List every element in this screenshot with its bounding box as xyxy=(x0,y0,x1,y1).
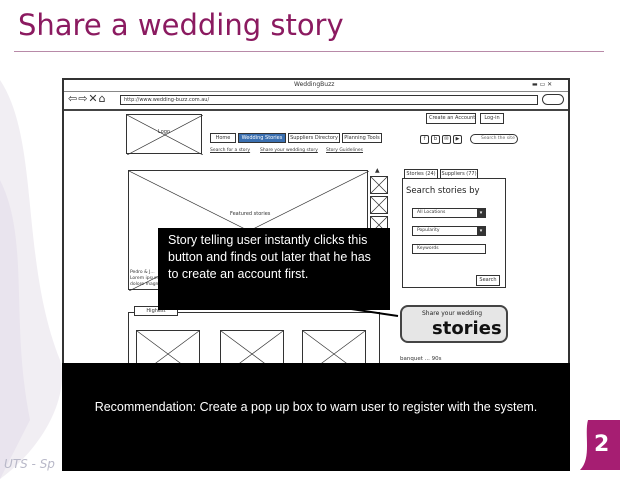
location-select: All Locations ▾ xyxy=(412,208,486,218)
window-controls-icon: ▬ ▭ ✕ xyxy=(532,81,553,88)
sort-select: Popularity ▾ xyxy=(412,226,486,236)
email-icon: ✉ xyxy=(442,135,451,144)
browser-separator xyxy=(64,109,568,111)
share-button-label: stories xyxy=(432,318,502,339)
logo-label: Logo xyxy=(158,129,170,135)
slide-title: Share a wedding story xyxy=(18,8,344,42)
video-icon: ▶ xyxy=(453,135,462,144)
chevron-down-icon: ▾ xyxy=(477,227,485,235)
facebook-icon: f xyxy=(420,135,429,144)
search-panel-title: Search stories by xyxy=(406,186,480,196)
title-divider xyxy=(14,51,604,52)
chevron-down-icon: ▾ xyxy=(477,209,485,217)
site-search-input: Search the site xyxy=(470,134,518,144)
banquet-text: banquet ... 90s xyxy=(400,356,442,362)
annotation-callout: Story telling user instantly clicks this… xyxy=(158,228,390,310)
tab-suppliers-directory: Suppliers Directory xyxy=(288,133,340,143)
browser-nav-icons: ⇦⇨✕⌂ xyxy=(68,92,107,105)
slide-number: 2 xyxy=(594,432,610,457)
create-account-button: Create an Account xyxy=(426,113,476,124)
tab-planning-tools: Planning Tools xyxy=(342,133,382,143)
footer-logo: UTS - Sp xyxy=(4,457,55,471)
sublink-story-guidelines: Story Guidelines xyxy=(326,148,363,153)
address-bar: http://www.wedding-buzz.com.au/ xyxy=(120,95,538,105)
sublink-share-story: Share your wedding story xyxy=(260,148,318,153)
recommendation-box: Recommendation: Create a pop up box to w… xyxy=(62,363,570,471)
login-button: Log-in xyxy=(480,113,504,124)
sort-select-value: Popularity xyxy=(417,228,440,233)
tab-wedding-stories: Wedding Stories xyxy=(238,133,286,143)
search-button: Search xyxy=(476,275,500,286)
location-select-value: All Locations xyxy=(417,210,446,215)
tab-home: Home xyxy=(210,133,236,143)
keywords-input: Keywords xyxy=(412,244,486,254)
sublink-search-story: Search for a story xyxy=(210,148,251,153)
blog-icon: b xyxy=(431,135,440,144)
scroll-up-icon: ▲ xyxy=(375,167,380,174)
browser-app-title: WeddingBuzz xyxy=(294,81,335,88)
share-button-caption: Share your wedding xyxy=(422,310,483,317)
loading-icon xyxy=(542,94,564,105)
featured-stories-label: Featured stories xyxy=(230,211,271,217)
